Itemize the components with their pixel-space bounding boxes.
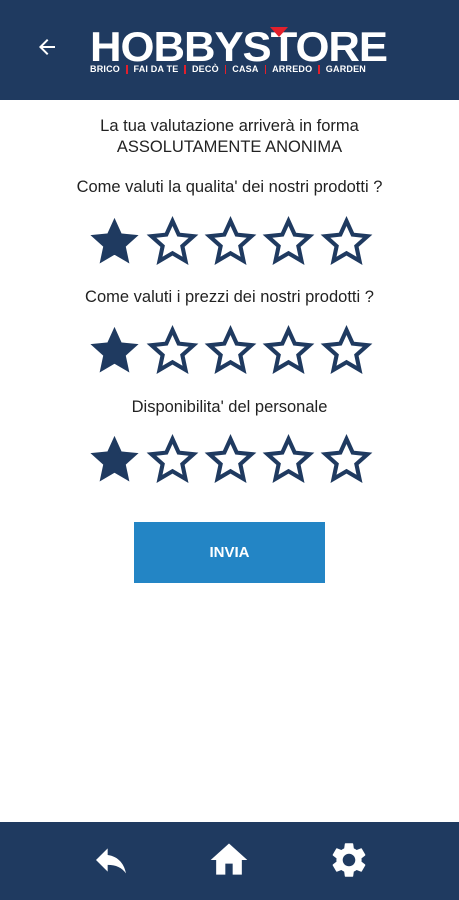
question-quality-label: Come valuti la qualita' dei nostri prodo… <box>76 178 383 196</box>
intro-line-2: ASSOLUTAMENTE ANONIMA <box>116 138 343 156</box>
star-filled-icon[interactable] <box>88 325 141 377</box>
question-prices-label: Come valuti i prezzi dei nostri prodotti… <box>85 288 374 306</box>
logo-tag: GARDEN <box>325 64 366 74</box>
star-outline-icon[interactable] <box>146 216 199 268</box>
logo-tag: FAI DA TE <box>133 64 179 74</box>
logo-tag: DECÒ <box>191 64 219 74</box>
submit-button[interactable]: INVIA <box>134 522 325 583</box>
rating-stars-staff <box>88 434 373 486</box>
question-staff-label: Disponibilita' del personale <box>131 398 328 416</box>
logo-tag: ARREDO <box>272 64 313 74</box>
reply-button[interactable] <box>87 838 135 882</box>
logo-wordmark: HOBBYSTORE <box>90 23 388 70</box>
star-outline-icon[interactable] <box>204 434 257 486</box>
logo-tag: CASA <box>232 64 259 74</box>
logo-separator <box>184 64 186 74</box>
logo-tag: BRICO <box>90 64 120 74</box>
star-outline-icon[interactable] <box>262 325 315 377</box>
arrow-left-icon <box>39 39 55 55</box>
bottom-nav <box>0 822 459 900</box>
star-outline-icon[interactable] <box>204 216 257 268</box>
logo-separator <box>224 64 227 74</box>
rating-stars-quality <box>88 216 373 268</box>
star-outline-icon[interactable] <box>320 216 373 268</box>
star-filled-icon[interactable] <box>88 216 141 268</box>
reply-icon <box>96 848 126 874</box>
logo-tagline: BRICO FAI DA TE DECÒ CASA ARREDO GARDEN <box>90 63 440 75</box>
back-button[interactable] <box>30 30 64 64</box>
intro-line-1: La tua valutazione arriverà in forma <box>100 117 359 135</box>
logo-separator <box>264 64 267 74</box>
star-outline-icon[interactable] <box>320 325 373 377</box>
star-outline-icon[interactable] <box>146 434 199 486</box>
home-button[interactable] <box>205 838 253 882</box>
anonymity-notice: La tua valutazione arriverà in forma ASS… <box>0 116 459 158</box>
rating-stars-prices <box>88 325 373 377</box>
home-icon <box>210 843 248 875</box>
star-outline-icon[interactable] <box>262 434 315 486</box>
settings-gear-icon <box>332 843 366 877</box>
settings-button[interactable] <box>325 838 373 882</box>
star-outline-icon[interactable] <box>146 325 199 377</box>
hobbystore-logo: HOBBYSTORE BRICO FAI DA TE DECÒ CASA ARR… <box>90 26 440 78</box>
app-header: HOBBYSTORE BRICO FAI DA TE DECÒ CASA ARR… <box>0 0 459 100</box>
star-outline-icon[interactable] <box>320 434 373 486</box>
logo-red-notch <box>270 27 288 37</box>
star-outline-icon[interactable] <box>262 216 315 268</box>
logo-separator <box>318 64 320 74</box>
logo-separator <box>126 64 128 74</box>
star-outline-icon[interactable] <box>204 325 257 377</box>
star-filled-icon[interactable] <box>88 434 141 486</box>
